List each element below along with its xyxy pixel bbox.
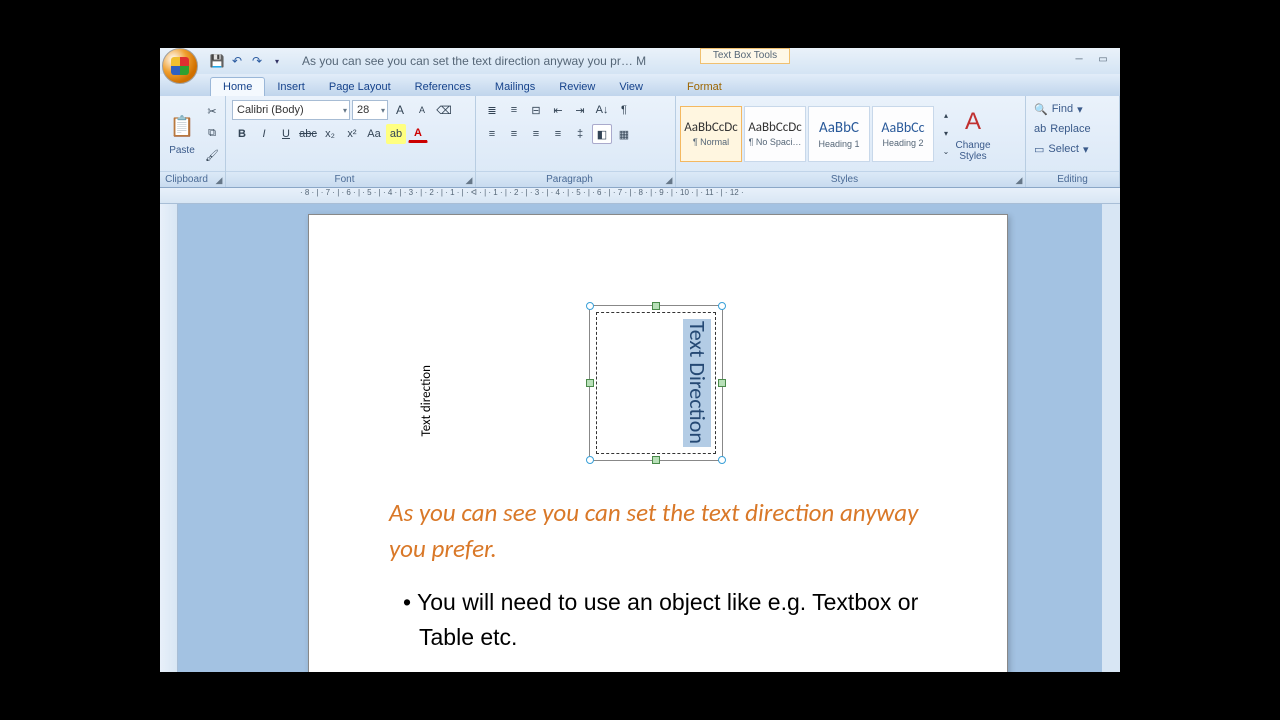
tab-format[interactable]: Format bbox=[675, 78, 734, 96]
replace-button[interactable]: abReplace bbox=[1034, 120, 1111, 138]
copy-icon[interactable]: ⧉ bbox=[202, 124, 222, 144]
shading-icon[interactable]: ◧ bbox=[592, 124, 612, 144]
page: Text direction Text Direction As you can… bbox=[308, 214, 1008, 672]
horizontal-ruler[interactable]: · 8 · | · 7 · | · 6 · | · 5 · | · 4 · | … bbox=[160, 188, 1120, 204]
style-heading-1[interactable]: AaBbCHeading 1 bbox=[808, 106, 870, 162]
justify-icon[interactable]: ≡ bbox=[548, 124, 568, 144]
sort-icon[interactable]: A↓ bbox=[592, 100, 612, 120]
document-title: As you can see you can set the text dire… bbox=[302, 54, 646, 68]
subscript-icon[interactable]: x₂ bbox=[320, 124, 340, 144]
align-left-icon[interactable]: ≡ bbox=[482, 124, 502, 144]
ribbon-tabs: Home Insert Page Layout References Maili… bbox=[160, 74, 1120, 96]
find-icon: 🔍 bbox=[1034, 103, 1048, 116]
multilevel-icon[interactable]: ⊟ bbox=[526, 100, 546, 120]
tab-view[interactable]: View bbox=[607, 78, 655, 96]
font-name-select[interactable]: Calibri (Body) bbox=[232, 100, 350, 120]
bullets-icon[interactable]: ≣ bbox=[482, 100, 502, 120]
group-clipboard-label: Clipboard◢ bbox=[160, 171, 225, 187]
qat-dropdown-icon[interactable]: ▾ bbox=[268, 52, 286, 70]
style-normal[interactable]: AaBbCcDc¶ Normal bbox=[680, 106, 742, 162]
resize-handle-sw[interactable] bbox=[586, 456, 594, 464]
increase-indent-icon[interactable]: ⇥ bbox=[570, 100, 590, 120]
tab-references[interactable]: References bbox=[403, 78, 483, 96]
show-marks-icon[interactable]: ¶ bbox=[614, 100, 634, 120]
select-icon: ▭ bbox=[1034, 143, 1044, 156]
vertical-scrollbar[interactable] bbox=[1102, 204, 1120, 672]
resize-handle-nw[interactable] bbox=[586, 302, 594, 310]
tab-review[interactable]: Review bbox=[547, 78, 607, 96]
change-styles-icon: A bbox=[957, 106, 989, 138]
title-bar: 💾 ↶ ↷ ▾ As you can see you can set the t… bbox=[160, 48, 1120, 74]
change-styles-button[interactable]: A Change Styles bbox=[950, 101, 996, 167]
tab-mailings[interactable]: Mailings bbox=[483, 78, 547, 96]
group-paragraph-label: Paragraph◢ bbox=[476, 171, 675, 187]
paragraph-launcher-icon[interactable]: ◢ bbox=[663, 172, 675, 188]
quick-access-toolbar: 💾 ↶ ↷ ▾ bbox=[208, 52, 286, 70]
change-case-icon[interactable]: Aa bbox=[364, 124, 384, 144]
office-button[interactable] bbox=[162, 48, 198, 84]
vertical-ruler[interactable] bbox=[160, 204, 178, 672]
strikethrough-icon[interactable]: abc bbox=[298, 124, 318, 144]
paste-label: Paste bbox=[169, 145, 195, 156]
superscript-icon[interactable]: x² bbox=[342, 124, 362, 144]
resize-handle-se[interactable] bbox=[718, 456, 726, 464]
selected-textbox[interactable]: Text Direction bbox=[589, 305, 723, 461]
font-launcher-icon[interactable]: ◢ bbox=[463, 172, 475, 188]
paragraph-orange: As you can see you can set the text dire… bbox=[389, 495, 957, 568]
clipboard-icon: 📋 bbox=[166, 111, 198, 143]
tab-page-layout[interactable]: Page Layout bbox=[317, 78, 403, 96]
select-button[interactable]: ▭Select ▾ bbox=[1034, 140, 1111, 158]
clear-formatting-icon[interactable]: ⌫ bbox=[434, 100, 454, 120]
decrease-indent-icon[interactable]: ⇤ bbox=[548, 100, 568, 120]
document-area[interactable]: Text direction Text Direction As you can… bbox=[178, 204, 1102, 672]
replace-icon: ab bbox=[1034, 123, 1046, 135]
borders-icon[interactable]: ▦ bbox=[614, 124, 634, 144]
redo-icon[interactable]: ↷ bbox=[248, 52, 266, 70]
tab-insert[interactable]: Insert bbox=[265, 78, 317, 96]
resize-handle-s[interactable] bbox=[652, 456, 660, 464]
group-font-label: Font◢ bbox=[226, 171, 475, 187]
font-size-select[interactable]: 28 bbox=[352, 100, 388, 120]
undo-icon[interactable]: ↶ bbox=[228, 52, 246, 70]
maximize-icon[interactable]: ▭ bbox=[1092, 54, 1114, 68]
resize-handle-e[interactable] bbox=[718, 379, 726, 387]
save-icon[interactable]: 💾 bbox=[208, 52, 226, 70]
align-right-icon[interactable]: ≡ bbox=[526, 124, 546, 144]
tab-home[interactable]: Home bbox=[210, 77, 265, 96]
paste-button[interactable]: 📋 Paste bbox=[166, 101, 198, 167]
font-color-icon[interactable]: A bbox=[408, 126, 428, 143]
underline-icon[interactable]: U bbox=[276, 124, 296, 144]
grow-font-icon[interactable]: A bbox=[390, 100, 410, 120]
cut-icon[interactable]: ✂ bbox=[202, 102, 222, 122]
resize-handle-ne[interactable] bbox=[718, 302, 726, 310]
contextual-tab-label: Text Box Tools bbox=[700, 48, 790, 64]
find-button[interactable]: 🔍Find ▾ bbox=[1034, 100, 1111, 118]
numbering-icon[interactable]: ≡ bbox=[504, 100, 524, 120]
italic-icon[interactable]: I bbox=[254, 124, 274, 144]
style-no-spacing[interactable]: AaBbCcDc¶ No Spaci… bbox=[744, 106, 806, 162]
bold-icon[interactable]: B bbox=[232, 124, 252, 144]
resize-handle-n[interactable] bbox=[652, 302, 660, 310]
clipboard-launcher-icon[interactable]: ◢ bbox=[213, 172, 225, 188]
styles-launcher-icon[interactable]: ◢ bbox=[1013, 172, 1025, 188]
group-editing-label: Editing bbox=[1026, 171, 1119, 187]
ribbon: 📋 Paste ✂ ⧉ 🖌 Clipboard◢ Calibri (Body) … bbox=[160, 96, 1120, 188]
group-styles-label: Styles◢ bbox=[676, 171, 1025, 187]
side-rotated-text: Text direction bbox=[419, 365, 434, 436]
style-heading-2[interactable]: AaBbCcHeading 2 bbox=[872, 106, 934, 162]
resize-handle-w[interactable] bbox=[586, 379, 594, 387]
bullet-list: • You will need to use an object like e.… bbox=[389, 585, 957, 654]
minimize-icon[interactable]: ─ bbox=[1068, 54, 1090, 68]
shrink-font-icon[interactable]: A bbox=[412, 100, 432, 120]
textbox-content[interactable]: Text Direction bbox=[683, 319, 711, 447]
format-painter-icon[interactable]: 🖌 bbox=[202, 146, 222, 166]
highlight-icon[interactable]: ab bbox=[386, 124, 406, 144]
align-center-icon[interactable]: ≡ bbox=[504, 124, 524, 144]
line-spacing-icon[interactable]: ‡ bbox=[570, 124, 590, 144]
